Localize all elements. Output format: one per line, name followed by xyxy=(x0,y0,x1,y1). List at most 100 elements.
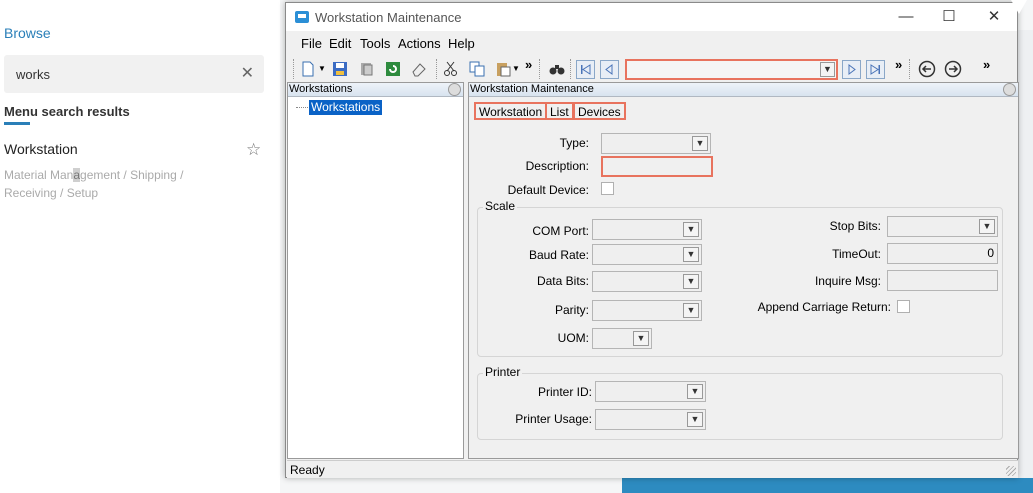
menu-actions[interactable]: Actions xyxy=(398,36,441,51)
search-box[interactable]: ✕ xyxy=(4,55,264,93)
menu-help[interactable]: Help xyxy=(448,36,475,51)
tree-connector xyxy=(296,107,308,108)
inquire-msg-label: Inquire Msg: xyxy=(814,274,881,288)
chevron-down-icon[interactable]: ▼ xyxy=(683,247,699,262)
toolbar-separator xyxy=(436,59,439,79)
baud-rate-select[interactable]: ▼ xyxy=(592,244,702,265)
com-port-select[interactable]: ▼ xyxy=(592,219,702,240)
workstation-maintenance-pane: Workstation Maintenance Workstation List… xyxy=(468,82,1019,459)
previous-record-icon xyxy=(605,64,613,75)
menu-file[interactable]: File xyxy=(301,36,322,51)
eraser-icon[interactable] xyxy=(410,60,428,78)
first-record-button[interactable] xyxy=(576,60,595,79)
favorite-star-icon[interactable]: ☆ xyxy=(246,141,261,159)
toolbar-overflow-icon[interactable]: » xyxy=(983,58,990,72)
new-icon[interactable] xyxy=(299,60,317,78)
tab-workstation[interactable]: Workstation xyxy=(474,102,548,120)
record-navigator-combo[interactable]: ▼ xyxy=(625,59,838,80)
printer-usage-select[interactable]: ▼ xyxy=(595,409,706,430)
description-field[interactable] xyxy=(601,156,713,177)
paste-dropdown-icon[interactable]: ▼ xyxy=(512,64,520,73)
background-bottom-bar xyxy=(622,478,1033,493)
binoculars-icon[interactable] xyxy=(548,60,566,78)
pin-icon[interactable] xyxy=(448,83,461,96)
data-bits-select[interactable]: ▼ xyxy=(592,271,702,292)
save-icon[interactable] xyxy=(331,60,349,78)
results-heading: Menu search results xyxy=(4,104,130,119)
toolbar-separator xyxy=(539,59,542,79)
refresh-icon[interactable] xyxy=(384,60,402,78)
first-record-icon xyxy=(581,64,591,75)
results-underline xyxy=(4,122,30,125)
chevron-down-icon[interactable]: ▼ xyxy=(683,303,699,318)
data-bits-label: Data Bits: xyxy=(536,274,589,288)
tab-devices[interactable]: Devices xyxy=(573,102,626,120)
chevron-down-icon[interactable]: ▼ xyxy=(633,331,649,346)
append-carriage-return-label: Append Carriage Return: xyxy=(757,300,891,314)
menu-tools[interactable]: Tools xyxy=(360,36,390,51)
toolbar-overflow-icon[interactable]: » xyxy=(895,58,902,72)
tree-pane-header: Workstations xyxy=(288,83,463,97)
result-title[interactable]: Workstation xyxy=(4,141,78,157)
type-select[interactable]: ▼ xyxy=(601,133,711,154)
default-device-label: Default Device: xyxy=(507,183,589,197)
resize-grip-icon[interactable] xyxy=(1006,466,1016,476)
com-port-label: COM Port: xyxy=(532,224,589,238)
default-device-checkbox[interactable] xyxy=(601,182,614,195)
chevron-down-icon[interactable]: ▼ xyxy=(979,219,995,234)
description-label: Description: xyxy=(525,159,589,173)
tree-node-workstations[interactable]: Workstations xyxy=(309,100,383,115)
toolbar-separator xyxy=(909,59,912,79)
stop-bits-label: Stop Bits: xyxy=(829,219,881,233)
main-pane-title: Workstation Maintenance xyxy=(470,83,594,95)
previous-record-button[interactable] xyxy=(600,60,619,79)
new-dropdown-icon[interactable]: ▼ xyxy=(318,64,326,73)
back-arrow-icon[interactable] xyxy=(918,60,936,78)
printer-id-label: Printer ID: xyxy=(537,385,592,399)
uom-select[interactable]: ▼ xyxy=(592,328,652,349)
chevron-down-icon[interactable]: ▼ xyxy=(687,384,703,399)
cut-icon[interactable] xyxy=(442,60,460,78)
toolbar-overflow-icon[interactable]: » xyxy=(525,58,532,72)
status-text: Ready xyxy=(290,463,325,477)
printer-group xyxy=(477,373,1003,440)
printer-id-select[interactable]: ▼ xyxy=(595,381,706,402)
paste-icon[interactable] xyxy=(494,60,512,78)
chevron-down-icon[interactable]: ▼ xyxy=(683,274,699,289)
workstation-maintenance-window: Workstation Maintenance — ☐ ✕ File Edit … xyxy=(285,2,1019,478)
printer-usage-label: Printer Usage: xyxy=(515,412,592,426)
last-record-icon xyxy=(870,64,880,75)
app-icon xyxy=(295,11,309,23)
close-button[interactable]: ✕ xyxy=(974,6,1014,28)
pin-icon[interactable] xyxy=(1003,83,1016,96)
search-input[interactable] xyxy=(14,64,234,84)
chevron-down-icon[interactable]: ▼ xyxy=(820,62,835,77)
attach-icon[interactable] xyxy=(358,60,376,78)
next-record-button[interactable] xyxy=(842,60,861,79)
stop-bits-select[interactable]: ▼ xyxy=(887,216,998,237)
tab-list[interactable]: List xyxy=(545,102,574,120)
next-record-icon xyxy=(848,64,856,75)
append-carriage-return-checkbox[interactable] xyxy=(897,300,910,313)
menu-edit[interactable]: Edit xyxy=(329,36,351,51)
browse-title[interactable]: Browse xyxy=(4,25,51,41)
uom-label: UOM: xyxy=(557,331,589,345)
inquire-msg-field[interactable] xyxy=(887,270,998,291)
copy-icon[interactable] xyxy=(468,60,486,78)
chevron-down-icon[interactable]: ▼ xyxy=(683,222,699,237)
chevron-down-icon[interactable]: ▼ xyxy=(692,136,708,151)
maximize-button[interactable]: ☐ xyxy=(929,6,969,28)
timeout-field[interactable]: 0 xyxy=(887,243,998,264)
title-bar[interactable]: Workstation Maintenance — ☐ ✕ xyxy=(286,3,1017,31)
timeout-label: TimeOut: xyxy=(832,247,881,261)
main-pane-header: Workstation Maintenance xyxy=(469,83,1018,97)
clear-search-icon[interactable]: ✕ xyxy=(241,65,254,83)
parity-label: Parity: xyxy=(554,303,589,317)
tree-pane-title: Workstations xyxy=(289,83,353,95)
forward-arrow-icon[interactable] xyxy=(944,60,962,78)
last-record-button[interactable] xyxy=(866,60,885,79)
chevron-down-icon[interactable]: ▼ xyxy=(687,412,703,427)
minimize-button[interactable]: — xyxy=(886,6,926,28)
parity-select[interactable]: ▼ xyxy=(592,300,702,321)
browse-panel: Browse ✕ Menu search results Workstation… xyxy=(0,0,280,493)
